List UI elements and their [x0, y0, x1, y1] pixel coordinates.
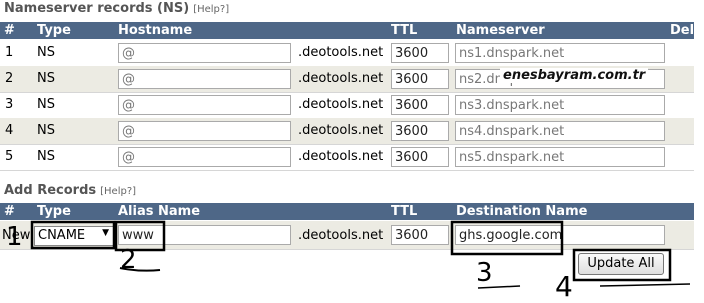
update-all-button[interactable]: Update All	[578, 253, 664, 275]
add-section-title: Add Records [Help?]	[4, 183, 136, 198]
row-number: 4	[5, 123, 14, 138]
table-row: 3 NS @ .deotools.net 3600 ns3.dnspark.net	[0, 92, 694, 119]
add-table-header: # Type Alias Name TTL Destination Name	[0, 203, 694, 220]
domain-suffix: .deotools.net	[298, 149, 384, 164]
row-number: 3	[5, 97, 14, 112]
annotation-3: 3	[476, 258, 493, 288]
add-help-link[interactable]: [Help?]	[100, 186, 136, 197]
ns-section-title: Nameserver records (NS) [Help?]	[4, 1, 229, 16]
hint-stroke-2	[599, 283, 691, 287]
hostname-input[interactable]: @	[118, 121, 291, 141]
row-type: NS	[37, 97, 55, 112]
alias-name-input[interactable]: www	[118, 225, 291, 245]
row-number: 2	[5, 71, 14, 86]
record-type-value: CNAME	[38, 228, 86, 243]
ttl-input[interactable]: 3600	[391, 147, 449, 167]
table-row: 4 NS @ .deotools.net 3600 ns4.dnspark.net	[0, 118, 694, 145]
ttl-input[interactable]: 3600	[391, 121, 449, 141]
table-row: 1 NS @ .deotools.net 3600 ns1.dnspark.net	[0, 40, 694, 67]
nameserver-input[interactable]: ns4.dnspark.net	[455, 121, 665, 141]
alias-suffix: .deotools.net	[298, 228, 384, 243]
row-number: 1	[5, 45, 14, 60]
col-nameserver: Nameserver	[456, 23, 545, 38]
add-col-type: Type	[37, 204, 71, 219]
hostname-input[interactable]: @	[118, 147, 291, 167]
watermark-text: enesbayram.com.tr	[500, 68, 649, 83]
add-ttl-input[interactable]: 3600	[391, 225, 449, 245]
annotation-2: 2	[120, 245, 137, 275]
ns-title-text: Nameserver records (NS)	[4, 1, 190, 16]
hostname-input[interactable]: @	[118, 43, 291, 63]
col-num: #	[4, 23, 15, 38]
col-del: Del	[670, 23, 695, 38]
add-col-alias: Alias Name	[118, 204, 201, 219]
hostname-input[interactable]: @	[118, 95, 291, 115]
col-ttl: TTL	[391, 23, 418, 38]
ttl-input[interactable]: 3600	[391, 95, 449, 115]
domain-suffix: .deotools.net	[298, 97, 384, 112]
row-type: NS	[37, 45, 55, 60]
domain-suffix: .deotools.net	[298, 123, 384, 138]
annotation-1: 1	[6, 222, 23, 252]
row-type: NS	[37, 149, 55, 164]
ns-table-header: # Type Hostname TTL Nameserver Del	[0, 22, 694, 39]
nameserver-input[interactable]: ns1.dnspark.net	[455, 43, 665, 63]
domain-suffix: .deotools.net	[298, 45, 384, 60]
table-row: 5 NS @ .deotools.net 3600 ns5.dnspark.net	[0, 144, 694, 171]
destination-name-input[interactable]: ghs.google.com	[455, 225, 665, 245]
add-col-destination: Destination Name	[456, 204, 588, 219]
col-type: Type	[37, 23, 71, 38]
add-col-ttl: TTL	[391, 204, 418, 219]
ttl-input[interactable]: 3600	[391, 69, 449, 89]
add-title-text: Add Records	[4, 183, 97, 198]
record-type-select[interactable]: CNAME ▼	[34, 226, 114, 246]
nameserver-input[interactable]: ns3.dnspark.net	[455, 95, 665, 115]
col-hostname: Hostname	[118, 23, 193, 38]
add-col-num: #	[4, 204, 15, 219]
nameserver-input[interactable]: ns5.dnspark.net	[455, 147, 665, 167]
hostname-input[interactable]: @	[118, 69, 291, 89]
ttl-input[interactable]: 3600	[391, 43, 449, 63]
annotation-4: 4	[555, 270, 573, 303]
domain-suffix: .deotools.net	[298, 71, 384, 86]
ns-help-link[interactable]: [Help?]	[193, 4, 229, 15]
row-type: NS	[37, 123, 55, 138]
row-type: NS	[37, 71, 55, 86]
chevron-down-icon: ▼	[102, 228, 109, 238]
row-number: 5	[5, 149, 14, 164]
